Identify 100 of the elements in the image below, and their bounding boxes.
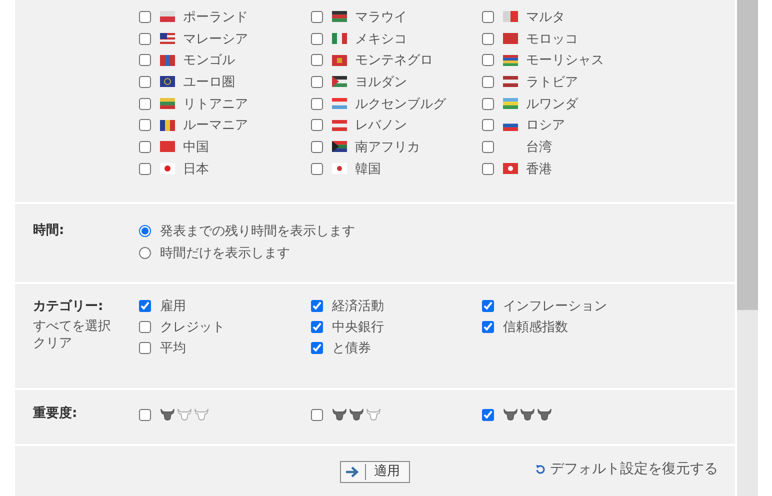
- option-label: ユーロ圏: [183, 74, 235, 91]
- restore-link[interactable]: デフォルト設定を復元する: [535, 460, 718, 478]
- checkbox[interactable]: [482, 54, 494, 66]
- option-label: メキシコ: [355, 30, 407, 48]
- flag-icon: [160, 54, 175, 66]
- restore-icon: [535, 464, 545, 474]
- flag-icon: [332, 33, 347, 44]
- link[interactable]: クリア: [33, 335, 121, 352]
- section-label: 重要度:: [32, 404, 78, 423]
- bull-icon: [349, 408, 364, 422]
- link[interactable]: すべてを選択: [33, 318, 121, 335]
- checkbox[interactable]: [311, 32, 323, 45]
- bull-outline-icon: [177, 408, 192, 422]
- option-label: レバノン: [355, 117, 407, 134]
- flag-icon: [160, 33, 175, 44]
- checkbox[interactable]: [311, 119, 323, 132]
- checkbox[interactable]: [139, 300, 151, 312]
- bull-icon: [520, 408, 535, 422]
- checkbox[interactable]: [482, 140, 494, 153]
- checkbox[interactable]: [482, 321, 494, 334]
- checkbox[interactable]: [139, 408, 151, 421]
- checkbox[interactable]: [482, 32, 494, 45]
- flag-icon: [332, 54, 347, 66]
- checkbox[interactable]: [482, 408, 494, 421]
- checkbox[interactable]: [139, 119, 151, 132]
- checkbox[interactable]: [311, 54, 323, 66]
- flag-icon: [160, 141, 175, 152]
- option-label: モーリシャス: [526, 52, 604, 70]
- option-label: 雇用: [160, 298, 186, 316]
- option-label: モロッコ: [526, 30, 578, 48]
- checkbox[interactable]: [311, 321, 323, 334]
- radio-button[interactable]: [139, 247, 151, 259]
- option-label: 中央銀行: [332, 319, 384, 336]
- option-label: 中国: [183, 138, 209, 156]
- option-label: ルクセンブルグ: [355, 96, 446, 113]
- option-label: 発表までの残り時間を表示します: [160, 223, 355, 240]
- bull-icon: [160, 408, 175, 422]
- option-label: 韓国: [355, 160, 381, 178]
- option-label: モンゴル: [183, 52, 235, 70]
- bull-icon: [537, 408, 552, 422]
- checkbox[interactable]: [482, 300, 494, 312]
- flag-icon: [160, 98, 175, 110]
- checkbox[interactable]: [139, 76, 151, 88]
- bull-outline-icon: [194, 408, 209, 422]
- option-label: マルタ: [526, 8, 565, 26]
- checkbox[interactable]: [139, 342, 151, 354]
- flag-icon: [503, 11, 518, 22]
- option-label: 経済活動: [332, 298, 384, 316]
- bull-icon: [503, 408, 518, 422]
- flag-icon: [332, 141, 347, 152]
- section-label: 時間:: [32, 222, 66, 240]
- option-label: ポーランド: [183, 8, 248, 26]
- checkbox[interactable]: [311, 162, 323, 175]
- checkbox[interactable]: [139, 10, 151, 23]
- scrollbar[interactable]: [737, 0, 758, 496]
- option-label: ルワンダ: [526, 96, 578, 113]
- option-label: 日本: [183, 160, 209, 178]
- checkbox[interactable]: [139, 32, 151, 45]
- checkbox[interactable]: [311, 408, 323, 421]
- checkbox[interactable]: [482, 10, 494, 23]
- flag-icon: [332, 120, 347, 131]
- flag-icon: [503, 54, 518, 66]
- checkbox[interactable]: [139, 54, 151, 66]
- flag-icon: [160, 120, 175, 131]
- section-label: カテゴリー:: [33, 298, 104, 315]
- checkbox[interactable]: [139, 98, 151, 110]
- arrow-icon: [345, 466, 359, 478]
- option-label: 平均: [160, 340, 186, 357]
- radio-button[interactable]: [139, 225, 151, 237]
- bull-icon: [332, 408, 347, 422]
- checkbox[interactable]: [139, 140, 151, 153]
- option-label: ラトビア: [526, 74, 578, 91]
- flag-icon: [503, 76, 518, 88]
- checkbox[interactable]: [311, 140, 323, 153]
- checkbox[interactable]: [311, 300, 323, 312]
- checkbox[interactable]: [482, 98, 494, 110]
- option-label: ヨルダン: [355, 74, 407, 91]
- option-label: リトアニア: [183, 96, 248, 113]
- option-label: 信頼感指数: [503, 319, 568, 336]
- option-label: モンテネグロ: [355, 52, 433, 70]
- option-label: クレジット: [160, 319, 225, 336]
- option-label: マラウイ: [355, 8, 407, 26]
- checkbox[interactable]: [482, 162, 494, 175]
- flag-icon: [503, 163, 518, 174]
- scrollbar-thumb[interactable]: [737, 0, 758, 310]
- option-label: 香港: [526, 160, 552, 178]
- checkbox[interactable]: [311, 76, 323, 88]
- checkbox[interactable]: [311, 10, 323, 23]
- checkbox[interactable]: [139, 162, 151, 175]
- checkbox[interactable]: [311, 98, 323, 110]
- flag-icon: [332, 76, 347, 88]
- flag-icon: [332, 98, 347, 110]
- apply-button[interactable]: 適用: [340, 461, 410, 483]
- checkbox[interactable]: [311, 342, 323, 354]
- option-label: ルーマニア: [183, 117, 248, 134]
- checkbox[interactable]: [482, 76, 494, 88]
- checkbox[interactable]: [139, 321, 151, 334]
- flag-icon: [160, 11, 175, 22]
- option-label: ロシア: [526, 117, 565, 134]
- checkbox[interactable]: [482, 119, 494, 132]
